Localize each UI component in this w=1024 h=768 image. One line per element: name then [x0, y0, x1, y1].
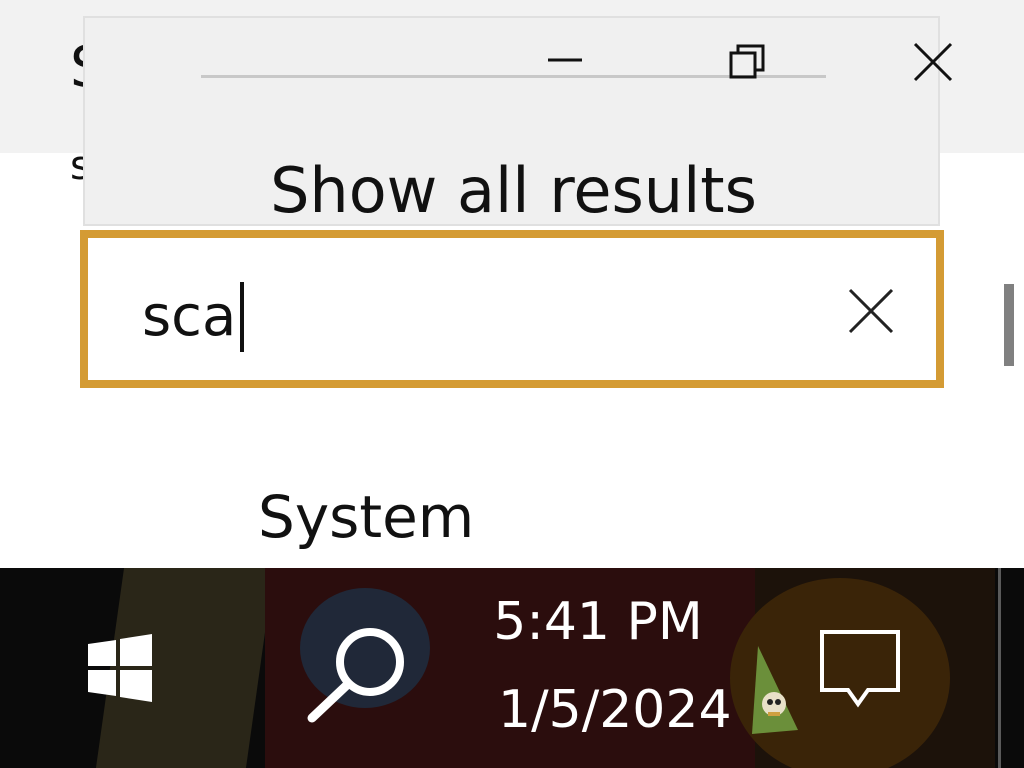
- show-all-results-link[interactable]: Show all results: [85, 160, 942, 222]
- taskbar-clock[interactable]: 5:41 PM 1/5/2024: [478, 592, 732, 740]
- taskbar-search-button[interactable]: [300, 624, 420, 724]
- minimize-button[interactable]: [540, 46, 590, 80]
- restore-button[interactable]: [723, 40, 773, 84]
- tray-app-icon: [748, 646, 804, 742]
- search-flyout: Show all results: [83, 16, 953, 226]
- background-page-subtitle: s: [70, 146, 84, 186]
- section-heading-system[interactable]: System: [258, 488, 474, 546]
- start-button[interactable]: [86, 634, 154, 702]
- clear-search-button[interactable]: [846, 286, 896, 336]
- restore-icon: [723, 40, 773, 84]
- search-icon: [300, 628, 420, 728]
- background-page-title: S: [70, 40, 84, 96]
- windows-start-icon: [86, 634, 154, 706]
- taskbar: 5:41 PM 1/5/2024: [0, 568, 1024, 768]
- text-caret: [240, 282, 245, 352]
- action-center-button[interactable]: [818, 628, 902, 708]
- clock-time: 5:41 PM: [493, 592, 703, 652]
- search-input-field[interactable]: sca: [142, 282, 245, 352]
- close-button[interactable]: [907, 40, 957, 84]
- action-center-icon: [818, 630, 902, 712]
- search-query-text: sca: [142, 284, 237, 349]
- search-input[interactable]: sca: [80, 230, 944, 388]
- clear-icon: [846, 288, 896, 340]
- clock-date: 1/5/2024: [498, 680, 732, 740]
- close-icon: [907, 40, 957, 84]
- scrollbar-thumb[interactable]: [1004, 284, 1014, 366]
- show-desktop-divider[interactable]: [998, 568, 1001, 768]
- minimize-icon: [540, 46, 590, 80]
- tray-app-button[interactable]: [748, 638, 804, 738]
